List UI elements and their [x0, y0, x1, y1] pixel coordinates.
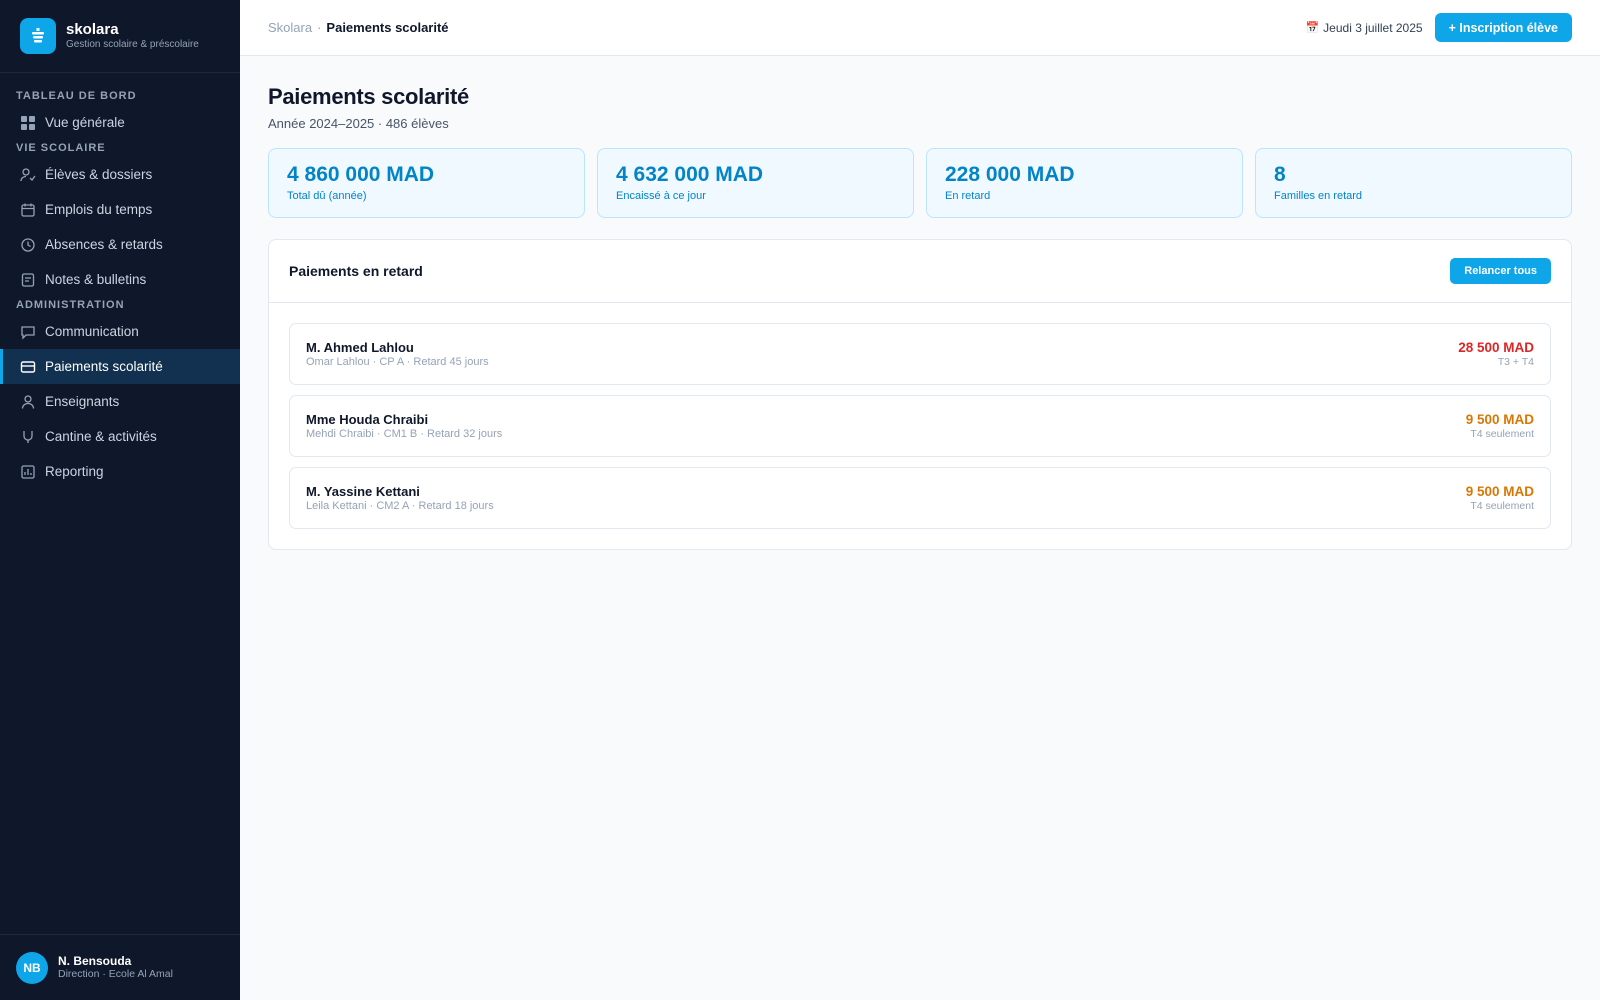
page-title: Paiements scolarité [268, 84, 469, 109]
stat-value: 8 [1274, 163, 1286, 186]
sidebar-item-vue-generale[interactable]: Vue générale [0, 105, 240, 140]
breadcrumb: Skolara · Paiements scolarité [268, 19, 449, 37]
breadcrumb-root[interactable]: Skolara [268, 20, 312, 35]
sidebar-item-label: Communication [45, 324, 139, 339]
stat-value: 4 860 000 MAD [287, 163, 435, 186]
clock-icon [21, 237, 35, 252]
terms-note: T4 seulement [1470, 499, 1534, 512]
stat-value: 228 000 MAD [945, 163, 1075, 186]
user-role: Direction · Ecole Al Amal [58, 968, 173, 980]
brand[interactable]: skolara Gestion scolaire & préscolaire [0, 0, 240, 73]
sidebar-item-notes[interactable]: Notes & bulletins [0, 262, 240, 297]
sidebar-item-cantine[interactable]: Cantine & activités [0, 419, 240, 454]
avatar: NB [16, 951, 48, 984]
page-subtitle: Année 2024–2025 · 486 élèves [268, 116, 449, 131]
sidebar-item-label: Notes & bulletins [45, 272, 147, 287]
sidebar-item-reporting[interactable]: Reporting [0, 454, 240, 489]
grid-icon [21, 115, 35, 130]
sidebar: skolara Gestion scolaire & préscolaire T… [0, 0, 240, 1000]
section-label-vie-scolaire: VIE SCOLAIRE [16, 142, 106, 154]
student-detail: Omar Lahlou · CP A · Retard 45 jours [306, 355, 489, 368]
stat-card-total-due: 4 860 000 MAD Total dû (année) [268, 148, 585, 218]
chart-icon [21, 464, 35, 479]
breadcrumb-separator: · [317, 19, 322, 35]
stats-row: 4 860 000 MAD Total dû (année) 4 632 000… [268, 148, 1572, 218]
card-icon [20, 360, 36, 373]
add-student-button[interactable]: + Inscription élève [1434, 13, 1572, 42]
calendar-icon: 📅 [1305, 22, 1320, 34]
document-icon [21, 272, 35, 287]
amount-due: 9 500 MAD [1465, 411, 1534, 427]
chat-icon [21, 325, 35, 340]
terms-note: T4 seulement [1470, 427, 1534, 440]
stat-card-late-families: 8 Familles en retard [1255, 148, 1572, 218]
user-profile[interactable]: NB N. Bensouda Direction · Ecole Al Amal [0, 934, 240, 1000]
parent-name: Mme Houda Chraibi [306, 411, 429, 427]
sidebar-item-label: Absences & retards [45, 237, 163, 252]
parent-name: M. Yassine Kettani [306, 483, 420, 499]
calendar-icon [21, 203, 35, 217]
stat-label: Familles en retard [1274, 190, 1363, 202]
sidebar-item-label: Emplois du temps [45, 202, 153, 217]
sidebar-item-communication[interactable]: Communication [0, 314, 240, 349]
sidebar-item-label: Élèves & dossiers [45, 167, 153, 182]
parent-name: M. Ahmed Lahlou [306, 339, 414, 355]
sidebar-item-emplois-du-temps[interactable]: Emplois du temps [0, 192, 240, 227]
breadcrumb-current: Paiements scolarité [326, 19, 449, 35]
brand-subtitle: Gestion scolaire & préscolaire [66, 39, 199, 50]
list-item[interactable]: M. Ahmed Lahlou Omar Lahlou · CP A · Ret… [289, 323, 1551, 385]
sidebar-item-label: Enseignants [45, 394, 120, 409]
sidebar-item-eleves[interactable]: Élèves & dossiers [0, 157, 240, 192]
amount-due: 28 500 MAD [1458, 339, 1534, 355]
section-label-administration: ADMINISTRATION [16, 299, 125, 311]
sidebar-nav: TABLEAU DE BORD Vue générale VIE SCOLAIR… [0, 73, 240, 489]
stat-label: En retard [945, 190, 991, 202]
list-item[interactable]: M. Yassine Kettani Leila Kettani · CM2 A… [289, 467, 1551, 529]
sidebar-item-label: Paiements scolarité [45, 359, 163, 374]
topbar: Skolara · Paiements scolarité 📅 Jeudi 3 ju… [240, 0, 1600, 56]
main-content: Paiements scolarité Année 2024–2025 · 48… [268, 56, 1572, 550]
list-item[interactable]: Mme Houda Chraibi Mehdi Chraibi · CM1 B … [289, 395, 1551, 457]
user-name: N. Bensouda [58, 954, 132, 968]
stat-label: Total dû (année) [287, 190, 367, 202]
brand-name: skolara [66, 21, 119, 38]
student-detail: Mehdi Chraibi · CM1 B · Retard 32 jours [306, 427, 503, 440]
remind-all-button[interactable]: Relancer tous [1450, 258, 1551, 284]
stat-value: 4 632 000 MAD [616, 163, 764, 186]
brand-logo-icon [20, 18, 56, 54]
student-detail: Leila Kettani · CM2 A · Retard 18 jours [306, 499, 494, 512]
current-date: 📅 Jeudi 3 juillet 2025 [1305, 21, 1422, 35]
terms-note: T3 + T4 [1497, 355, 1534, 368]
sidebar-item-label: Cantine & activités [45, 429, 157, 444]
stat-card-collected: 4 632 000 MAD Encaissé à ce jour [597, 148, 914, 218]
person-icon [21, 394, 35, 409]
stat-card-late-amount: 228 000 MAD En retard [926, 148, 1243, 218]
panel-title: Paiements en retard [289, 263, 423, 279]
sidebar-item-label: Vue générale [45, 115, 125, 130]
user-check-icon [20, 167, 36, 181]
sidebar-item-label: Reporting [45, 464, 104, 479]
sidebar-item-enseignants[interactable]: Enseignants [0, 384, 240, 419]
cup-icon [23, 430, 33, 443]
late-payments-panel: Paiements en retard Relancer tous M. Ahm… [268, 239, 1572, 550]
stat-label: Encaissé à ce jour [616, 190, 706, 202]
date-text: Jeudi 3 juillet 2025 [1323, 20, 1423, 35]
section-label-tableau-de-bord: TABLEAU DE BORD [16, 90, 137, 102]
sidebar-item-absences[interactable]: Absences & retards [0, 227, 240, 262]
amount-due: 9 500 MAD [1465, 483, 1534, 499]
late-payments-list: M. Ahmed Lahlou Omar Lahlou · CP A · Ret… [269, 303, 1571, 559]
sidebar-item-paiements[interactable]: Paiements scolarité [0, 349, 240, 384]
